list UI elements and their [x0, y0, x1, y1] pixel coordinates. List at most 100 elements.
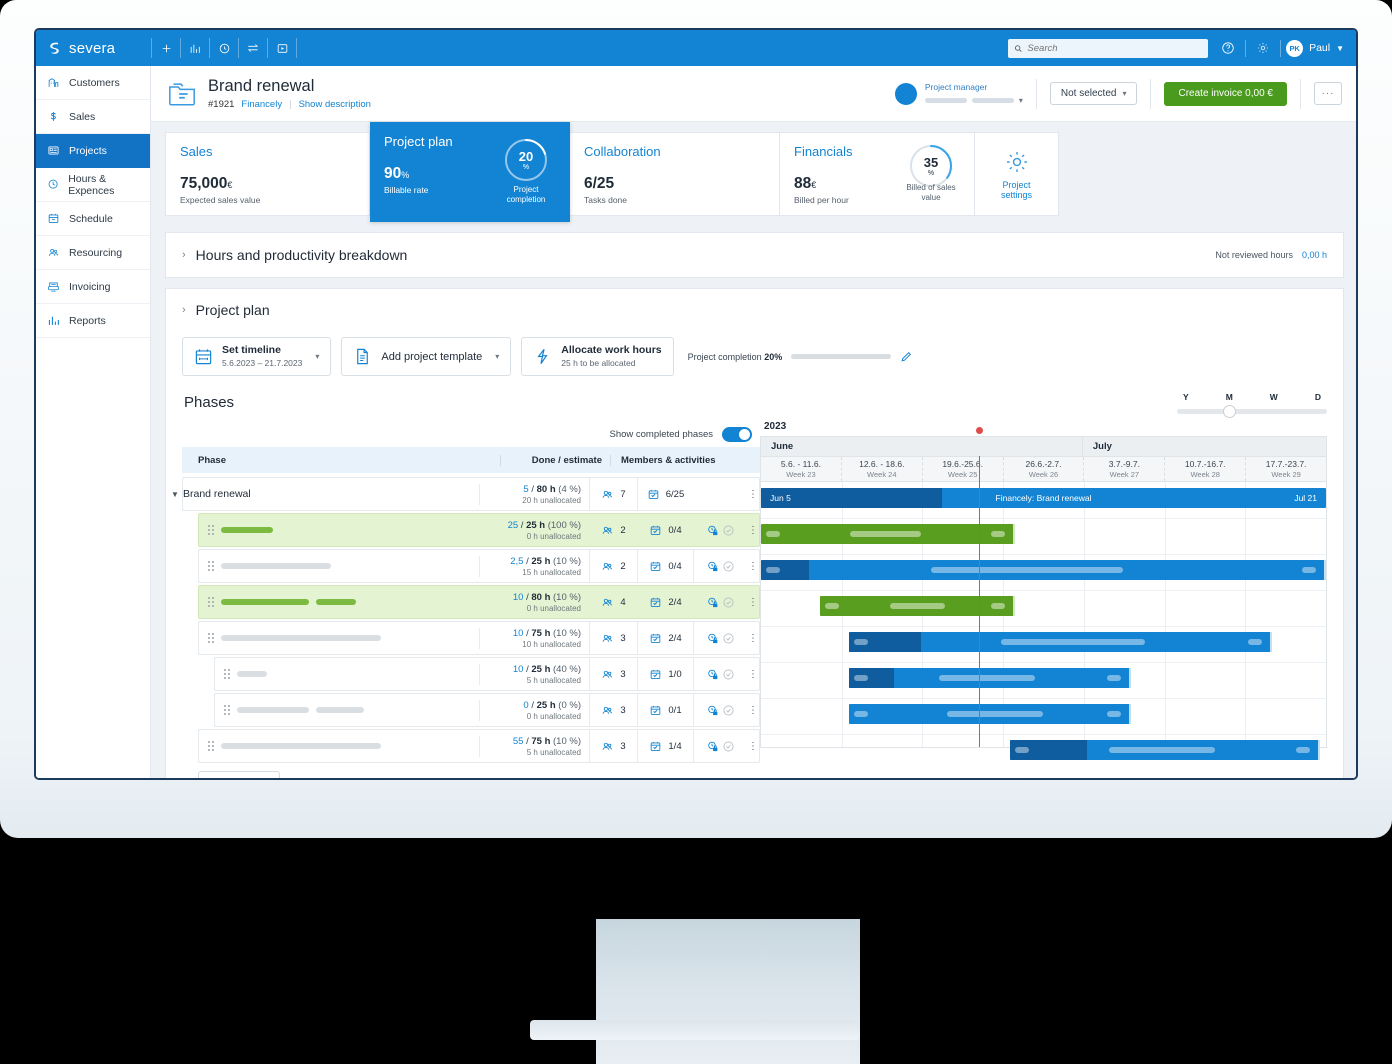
add-project-template-button[interactable]: Add project template ▾: [341, 337, 511, 376]
allocate-work-hours-button[interactable]: Allocate work hours 25 h to be allocated: [521, 337, 673, 376]
gantt-bar-blue[interactable]: [849, 632, 1273, 652]
timer-icon[interactable]: [268, 35, 296, 61]
not-selected-dropdown[interactable]: Not selected ▾: [1050, 82, 1138, 105]
plus-icon[interactable]: [152, 35, 180, 61]
check-circle-icon[interactable]: [722, 740, 735, 753]
activities-cell[interactable]: 6/25: [637, 478, 693, 510]
sidebar-item-customers[interactable]: Customers: [36, 66, 150, 100]
activities-cell[interactable]: 1/0: [637, 658, 693, 690]
switch-icon[interactable]: [239, 35, 267, 61]
gantt-bar-green[interactable]: [820, 596, 1015, 616]
table-row[interactable]: 2,5 / 25 h (10 %)15 h unallocated20/4⋮: [198, 549, 760, 583]
lock-clock-icon[interactable]: [706, 740, 719, 753]
expand-collapse-icon[interactable]: ▼: [171, 490, 179, 499]
members-cell[interactable]: 2: [589, 514, 637, 546]
activities-cell[interactable]: 0/4: [637, 550, 693, 582]
members-cell[interactable]: 4: [589, 586, 637, 618]
table-row[interactable]: 0 / 25 h (0 %)0 h unallocated30/1⋮: [214, 693, 760, 727]
gantt-bar-end-handle[interactable]: [1129, 668, 1131, 688]
sidebar-item-schedule[interactable]: Schedule: [36, 202, 150, 236]
gantt-bar-end-handle[interactable]: [1013, 524, 1015, 544]
kpi-card-collaboration[interactable]: Collaboration6/25Tasks done: [570, 132, 780, 216]
search-box[interactable]: [1008, 39, 1208, 58]
more-actions-button[interactable]: ···: [1314, 82, 1342, 105]
members-cell[interactable]: 3: [589, 622, 637, 654]
gantt-bar-end-handle[interactable]: [1013, 596, 1015, 616]
zoom-level-W[interactable]: W: [1270, 392, 1278, 402]
sidebar-item-reports[interactable]: Reports: [36, 304, 150, 338]
show-description-link[interactable]: Show description: [299, 99, 371, 110]
kpi-card-project-plan[interactable]: Project plan90%Billable rate20%Projectco…: [370, 122, 570, 222]
kpi-card-sales[interactable]: Sales75,000€Expected sales value: [165, 132, 370, 216]
lock-clock-icon[interactable]: [706, 668, 719, 681]
row-menu-icon[interactable]: ⋮: [747, 741, 759, 752]
brand-logo-area[interactable]: severa: [36, 40, 151, 57]
row-menu-icon[interactable]: ⋮: [747, 561, 759, 572]
activities-cell[interactable]: 2/4: [637, 586, 693, 618]
gantt-bar-end-handle[interactable]: [1270, 632, 1272, 652]
search-input[interactable]: [1027, 43, 1202, 54]
gear-icon[interactable]: [1251, 36, 1275, 60]
row-menu-icon[interactable]: ⋮: [747, 597, 759, 608]
gantt-zoom-slider[interactable]: YMWD: [1177, 390, 1327, 417]
create-invoice-button[interactable]: Create invoice 0,00 €: [1164, 82, 1287, 106]
table-row[interactable]: 25 / 25 h (100 %)0 h unallocated20/4⋮: [198, 513, 760, 547]
set-timeline-button[interactable]: Set timeline 5.6.2023 – 21.7.2023 ▾: [182, 337, 331, 376]
drag-handle-icon[interactable]: [207, 524, 215, 536]
members-cell[interactable]: 3: [589, 730, 637, 762]
gantt-bar-end-handle[interactable]: [1318, 740, 1320, 760]
hours-panel-header[interactable]: › Hours and productivity breakdown Not r…: [166, 233, 1343, 277]
gantt-bar-blue[interactable]: [1010, 740, 1321, 760]
slider-knob[interactable]: [1223, 405, 1236, 418]
table-row[interactable]: 10 / 75 h (10 %)10 h unallocated32/4⋮: [198, 621, 760, 655]
activities-cell[interactable]: 1/4: [637, 730, 693, 762]
gantt-bar-end-handle[interactable]: [1129, 704, 1131, 724]
members-cell[interactable]: 7: [589, 478, 637, 510]
check-circle-icon[interactable]: [722, 704, 735, 717]
gantt-bar-end-handle[interactable]: [1324, 560, 1326, 580]
gantt-bar-blue[interactable]: Jun 5Financely: Brand renewalJul 21: [761, 488, 1326, 508]
customer-link[interactable]: Financely: [241, 99, 282, 110]
row-menu-icon[interactable]: ⋮: [747, 525, 759, 536]
show-completed-toggle[interactable]: [722, 427, 752, 442]
table-row[interactable]: 10 / 25 h (40 %)5 h unallocated31/0⋮: [214, 657, 760, 691]
new-phase-button[interactable]: + New phase: [198, 771, 280, 778]
activities-cell[interactable]: 2/4: [637, 622, 693, 654]
gantt-bar-blue[interactable]: [849, 704, 1132, 724]
zoom-level-Y[interactable]: Y: [1183, 392, 1189, 402]
drag-handle-icon[interactable]: [207, 560, 215, 572]
table-row[interactable]: 10 / 80 h (10 %)0 h unallocated42/4⋮: [198, 585, 760, 619]
gantt-bar-blue[interactable]: [761, 560, 1326, 580]
check-circle-icon[interactable]: [722, 596, 735, 609]
check-circle-icon[interactable]: [722, 668, 735, 681]
user-menu[interactable]: PK Paul ▼: [1286, 40, 1344, 57]
gantt-bar-blue[interactable]: [849, 668, 1132, 688]
drag-handle-icon[interactable]: [223, 668, 231, 680]
lock-clock-icon[interactable]: [706, 524, 719, 537]
project-settings-card[interactable]: Project settings: [975, 132, 1059, 216]
sidebar-item-projects[interactable]: Projects: [36, 134, 150, 168]
lock-clock-icon[interactable]: [706, 560, 719, 573]
lock-clock-icon[interactable]: [706, 704, 719, 717]
project-manager-block[interactable]: Project manager ▾: [895, 82, 1023, 105]
history-icon[interactable]: [210, 35, 238, 61]
check-circle-icon[interactable]: [722, 560, 735, 573]
table-row[interactable]: 55 / 75 h (10 %)5 h unallocated31/4⋮: [198, 729, 760, 763]
activities-cell[interactable]: 0/1: [637, 694, 693, 726]
members-cell[interactable]: 2: [589, 550, 637, 582]
lock-clock-icon[interactable]: [706, 596, 719, 609]
check-circle-icon[interactable]: [722, 632, 735, 645]
activities-cell[interactable]: 0/4: [637, 514, 693, 546]
row-menu-icon[interactable]: ⋮: [747, 633, 759, 644]
chart-icon[interactable]: [181, 35, 209, 61]
project-plan-header[interactable]: › Project plan: [166, 289, 1343, 331]
members-cell[interactable]: 3: [589, 658, 637, 690]
lock-clock-icon[interactable]: [706, 632, 719, 645]
members-cell[interactable]: 3: [589, 694, 637, 726]
drag-handle-icon[interactable]: [223, 704, 231, 716]
help-icon[interactable]: [1216, 36, 1240, 60]
table-row-root[interactable]: ▼Brand renewal5 / 80 h (4 %)20 h unalloc…: [182, 477, 760, 511]
gantt-bar-green[interactable]: [761, 524, 1015, 544]
sidebar-item-invoicing[interactable]: Invoicing: [36, 270, 150, 304]
check-circle-icon[interactable]: [722, 524, 735, 537]
